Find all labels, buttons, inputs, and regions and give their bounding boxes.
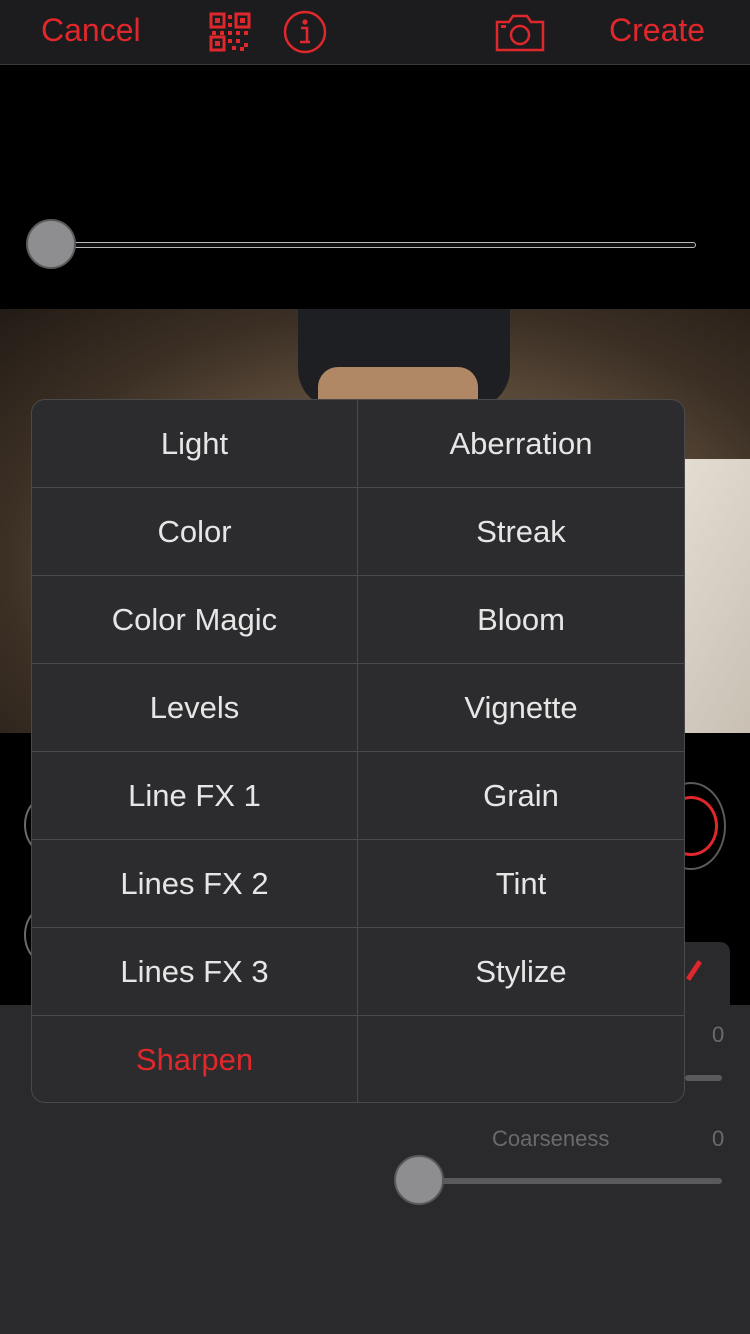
menu-item-grain[interactable]: Grain (358, 752, 684, 840)
menu-item-empty (358, 1016, 684, 1102)
coarseness-value: 0 (712, 1126, 725, 1151)
coarseness-slider-thumb[interactable] (394, 1155, 444, 1205)
menu-item-vignette[interactable]: Vignette (358, 664, 684, 752)
cancel-button[interactable]: Cancel (41, 12, 141, 49)
pencil-icon (686, 960, 702, 981)
first-slider-track[interactable] (685, 1075, 722, 1081)
menu-item-sharpen[interactable]: Sharpen (32, 1016, 358, 1102)
qr-code-icon[interactable] (209, 12, 251, 57)
menu-item-bloom[interactable]: Bloom (358, 576, 684, 664)
menu-item-aberration[interactable]: Aberration (358, 400, 684, 488)
top-bar: Cancel Create (0, 0, 750, 65)
top-slider-track[interactable] (30, 242, 696, 248)
menu-item-tint[interactable]: Tint (358, 840, 684, 928)
first-value: 0 (712, 1022, 725, 1047)
create-button[interactable]: Create (609, 12, 705, 49)
top-slider-thumb[interactable] (26, 219, 76, 269)
menu-item-color[interactable]: Color (32, 488, 358, 576)
info-icon[interactable] (283, 10, 327, 59)
menu-item-lines-fx-3[interactable]: Lines FX 3 (32, 928, 358, 1016)
preview-strip (0, 65, 750, 309)
menu-item-streak[interactable]: Streak (358, 488, 684, 576)
menu-item-levels[interactable]: Levels (32, 664, 358, 752)
menu-item-light[interactable]: Light (32, 400, 358, 488)
effects-menu: Light Aberration Color Streak Color Magic Blo… (31, 399, 685, 1103)
menu-item-color-magic[interactable]: Color Magic (32, 576, 358, 664)
coarseness-slider-track[interactable] (420, 1178, 722, 1184)
menu-item-line-fx-1[interactable]: Line FX 1 (32, 752, 358, 840)
effects-menu-grid: Light Aberration Color Streak Color Magic Blo… (32, 400, 684, 1102)
coarseness-label: Coarseness (492, 1126, 610, 1151)
menu-item-stylize[interactable]: Stylize (358, 928, 684, 1016)
menu-item-lines-fx-2[interactable]: Lines FX 2 (32, 840, 358, 928)
camera-icon[interactable] (495, 12, 545, 57)
